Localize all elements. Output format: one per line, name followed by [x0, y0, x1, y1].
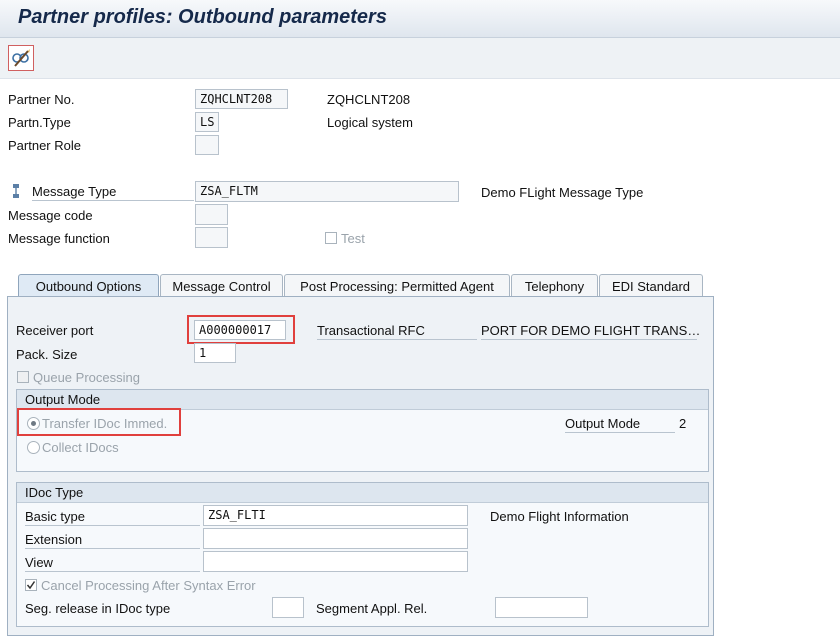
segment-appl-rel-label: Segment Appl. Rel. — [316, 601, 428, 616]
receiver-port-label: Receiver port — [16, 323, 94, 338]
output-mode-label: Output Mode — [565, 416, 675, 433]
pack-size-field[interactable]: 1 — [194, 343, 236, 363]
partner-no-text: ZQHCLNT208 — [327, 92, 411, 107]
partn-type-text: Logical system — [327, 115, 413, 130]
transfer-idoc-radio[interactable] — [27, 417, 40, 430]
application-toolbar — [0, 38, 840, 79]
seg-release-label: Seg. release in IDoc type — [25, 601, 171, 616]
partner-role-field[interactable] — [195, 135, 219, 155]
message-type-text: Demo FLight Message Type — [481, 185, 644, 200]
basic-type-field[interactable]: ZSA_FLTI — [203, 505, 468, 526]
page-title: Partner profiles: Outbound parameters — [18, 6, 387, 28]
extension-label: Extension — [25, 532, 200, 549]
tab-edi-standard[interactable]: EDI Standard — [599, 274, 703, 297]
output-mode-header: Output Mode — [17, 390, 708, 410]
basic-type-label: Basic type — [25, 509, 200, 526]
queue-processing-label: Queue Processing — [33, 370, 140, 385]
test-checkbox[interactable] — [325, 232, 337, 244]
tab-post-processing[interactable]: Post Processing: Permitted Agent — [284, 274, 510, 297]
cancel-processing-label: Cancel Processing After Syntax Error — [41, 578, 256, 593]
cancel-processing-checkbox[interactable] — [25, 579, 37, 591]
collect-idocs-label: Collect IDocs — [42, 440, 119, 455]
basic-type-text: Demo Flight Information — [490, 509, 629, 524]
port-description-text: PORT FOR DEMO FLIGHT TRANS… — [481, 323, 701, 340]
message-code-label: Message code — [8, 208, 93, 223]
pack-size-label: Pack. Size — [16, 347, 78, 362]
tab-telephony[interactable]: Telephony — [511, 274, 598, 297]
transfer-idoc-label: Transfer IDoc Immed. — [42, 416, 168, 431]
partner-no-label: Partner No. — [8, 92, 75, 107]
partn-type-label: Partn.Type — [8, 115, 71, 130]
message-function-label: Message function — [8, 231, 110, 246]
message-type-field[interactable]: ZSA_FLTM — [195, 181, 459, 202]
receiver-port-field[interactable]: A000000017 — [194, 320, 286, 340]
collect-idocs-radio[interactable] — [27, 441, 40, 454]
partn-type-field[interactable]: LS — [195, 112, 219, 132]
segment-appl-rel-field[interactable] — [495, 597, 588, 618]
partner-no-field[interactable]: ZQHCLNT208 — [195, 89, 288, 109]
message-code-field[interactable] — [195, 204, 228, 225]
output-mode-value: 2 — [679, 416, 687, 431]
message-type-label: Message Type — [32, 184, 194, 201]
view-label: View — [25, 555, 200, 572]
checkmark-icon — [26, 581, 36, 590]
message-function-field[interactable] — [195, 227, 228, 248]
display-change-icon — [12, 49, 30, 67]
display-change-button[interactable] — [8, 45, 34, 71]
queue-processing-checkbox[interactable] — [17, 371, 29, 383]
seg-release-field[interactable] — [272, 597, 304, 618]
partner-role-label: Partner Role — [8, 138, 81, 153]
port-type-text: Transactional RFC — [317, 323, 477, 340]
tab-message-control[interactable]: Message Control — [160, 274, 283, 297]
hierarchy-icon — [13, 184, 19, 198]
test-label: Test — [341, 231, 365, 246]
view-field[interactable] — [203, 551, 468, 572]
tab-outbound-options[interactable]: Outbound Options — [18, 274, 159, 297]
idoc-type-header: IDoc Type — [17, 483, 708, 503]
extension-field[interactable] — [203, 528, 468, 549]
